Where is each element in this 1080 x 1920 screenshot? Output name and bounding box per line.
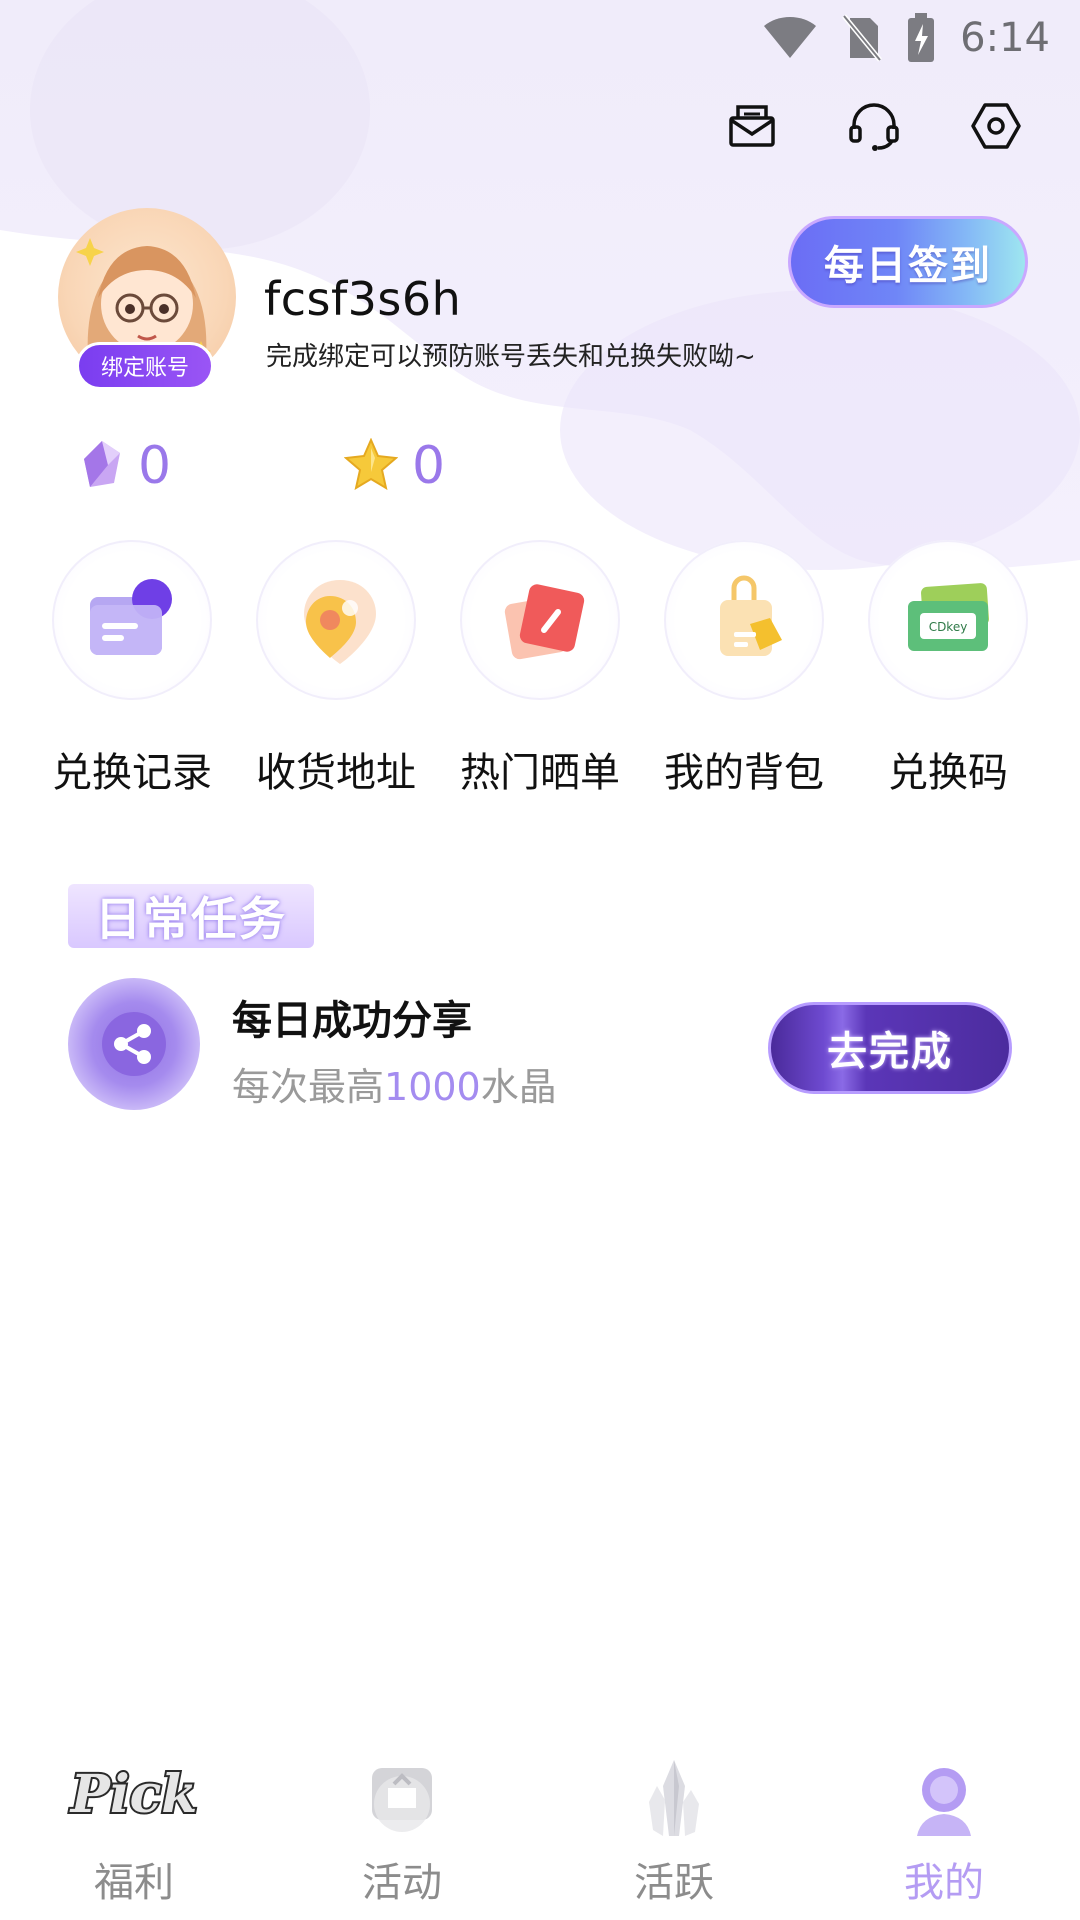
nav-label: 活跃 [634, 1860, 714, 1906]
task-title: 每日成功分享 [232, 998, 472, 1044]
status-bar: 6:14 [0, 0, 1080, 76]
task-desc-prefix: 每次最高 [232, 1065, 385, 1109]
nav-item-activity[interactable]: 活动 [312, 1730, 492, 1920]
crystal-count: 0 [138, 436, 172, 496]
quick-label: 我的背包 [664, 750, 824, 796]
task-complete-button[interactable]: 去完成 [768, 1002, 1012, 1094]
cdkey-icon: CDkey [868, 540, 1028, 700]
nav-item-mine[interactable]: 我的 [854, 1730, 1034, 1920]
task-reward-amount: 1000 [384, 1065, 481, 1109]
svg-text:Pick: Pick [69, 1764, 198, 1825]
quick-label: 兑换记录 [52, 750, 212, 796]
nav-item-welfare[interactable]: Pick Pick 福利 [44, 1730, 224, 1920]
pick-logo-icon: Pick Pick [59, 1730, 209, 1840]
star-icon [343, 437, 399, 494]
nav-label: 我的 [904, 1860, 984, 1906]
crystal-icon [80, 439, 124, 493]
quick-item-hot-share[interactable]: 热门晒单 [438, 540, 642, 798]
hot-share-icon [460, 540, 620, 700]
avatar-container[interactable]: 绑定账号 [58, 208, 236, 390]
exchange-record-icon [52, 540, 212, 700]
crystal-icon [639, 1730, 709, 1840]
battery-charging-icon [906, 13, 936, 63]
nav-label: 活动 [362, 1860, 442, 1906]
svg-text:CDkey: CDkey [929, 620, 968, 634]
no-sim-icon [842, 14, 883, 62]
mail-icon[interactable] [726, 100, 778, 152]
quick-item-address[interactable]: 收货地址 [234, 540, 438, 798]
backpack-icon [664, 540, 824, 700]
quick-label: 收货地址 [256, 750, 416, 796]
activity-icon [362, 1730, 442, 1840]
share-icon [68, 978, 200, 1110]
quick-item-cdkey[interactable]: CDkey 兑换码 [846, 540, 1050, 798]
header-actions [726, 100, 1022, 152]
wifi-icon [762, 16, 818, 60]
status-time: 6:14 [960, 15, 1050, 61]
task-description: 每次最高1000水晶 [232, 1056, 557, 1111]
daily-signin-button[interactable]: 每日签到 [788, 216, 1028, 308]
task-desc-suffix: 水晶 [480, 1065, 557, 1109]
task-item: 每日成功分享 每次最高1000水晶 去完成 [68, 978, 1012, 1114]
bind-tip-text: 完成绑定可以预防账号丢失和兑换失败呦~ [266, 342, 756, 372]
daily-tasks-title: 日常任务 [68, 884, 314, 948]
crystal-balance[interactable]: 0 [80, 436, 171, 496]
settings-icon[interactable] [970, 100, 1022, 152]
profile-icon [909, 1730, 979, 1840]
quick-menu: 兑换记录 收货地址 热门晒单 我的背包 CDkey 兑换码 [30, 540, 1050, 798]
bottom-navigation: Pick Pick 福利 活动 活跃 我的 [0, 1730, 1080, 1920]
star-count: 0 [412, 436, 446, 496]
star-balance[interactable]: 0 [343, 436, 446, 496]
quick-item-exchange-record[interactable]: 兑换记录 [30, 540, 234, 798]
location-pin-icon [256, 540, 416, 700]
quick-label: 兑换码 [888, 750, 1008, 796]
username: fcsf3s6h [264, 272, 462, 326]
quick-item-backpack[interactable]: 我的背包 [642, 540, 846, 798]
nav-item-active[interactable]: 活跃 [584, 1730, 764, 1920]
nav-label: 福利 [94, 1860, 174, 1906]
quick-label: 热门晒单 [460, 750, 620, 796]
headset-icon[interactable] [848, 100, 900, 152]
bind-account-badge[interactable]: 绑定账号 [76, 342, 214, 390]
